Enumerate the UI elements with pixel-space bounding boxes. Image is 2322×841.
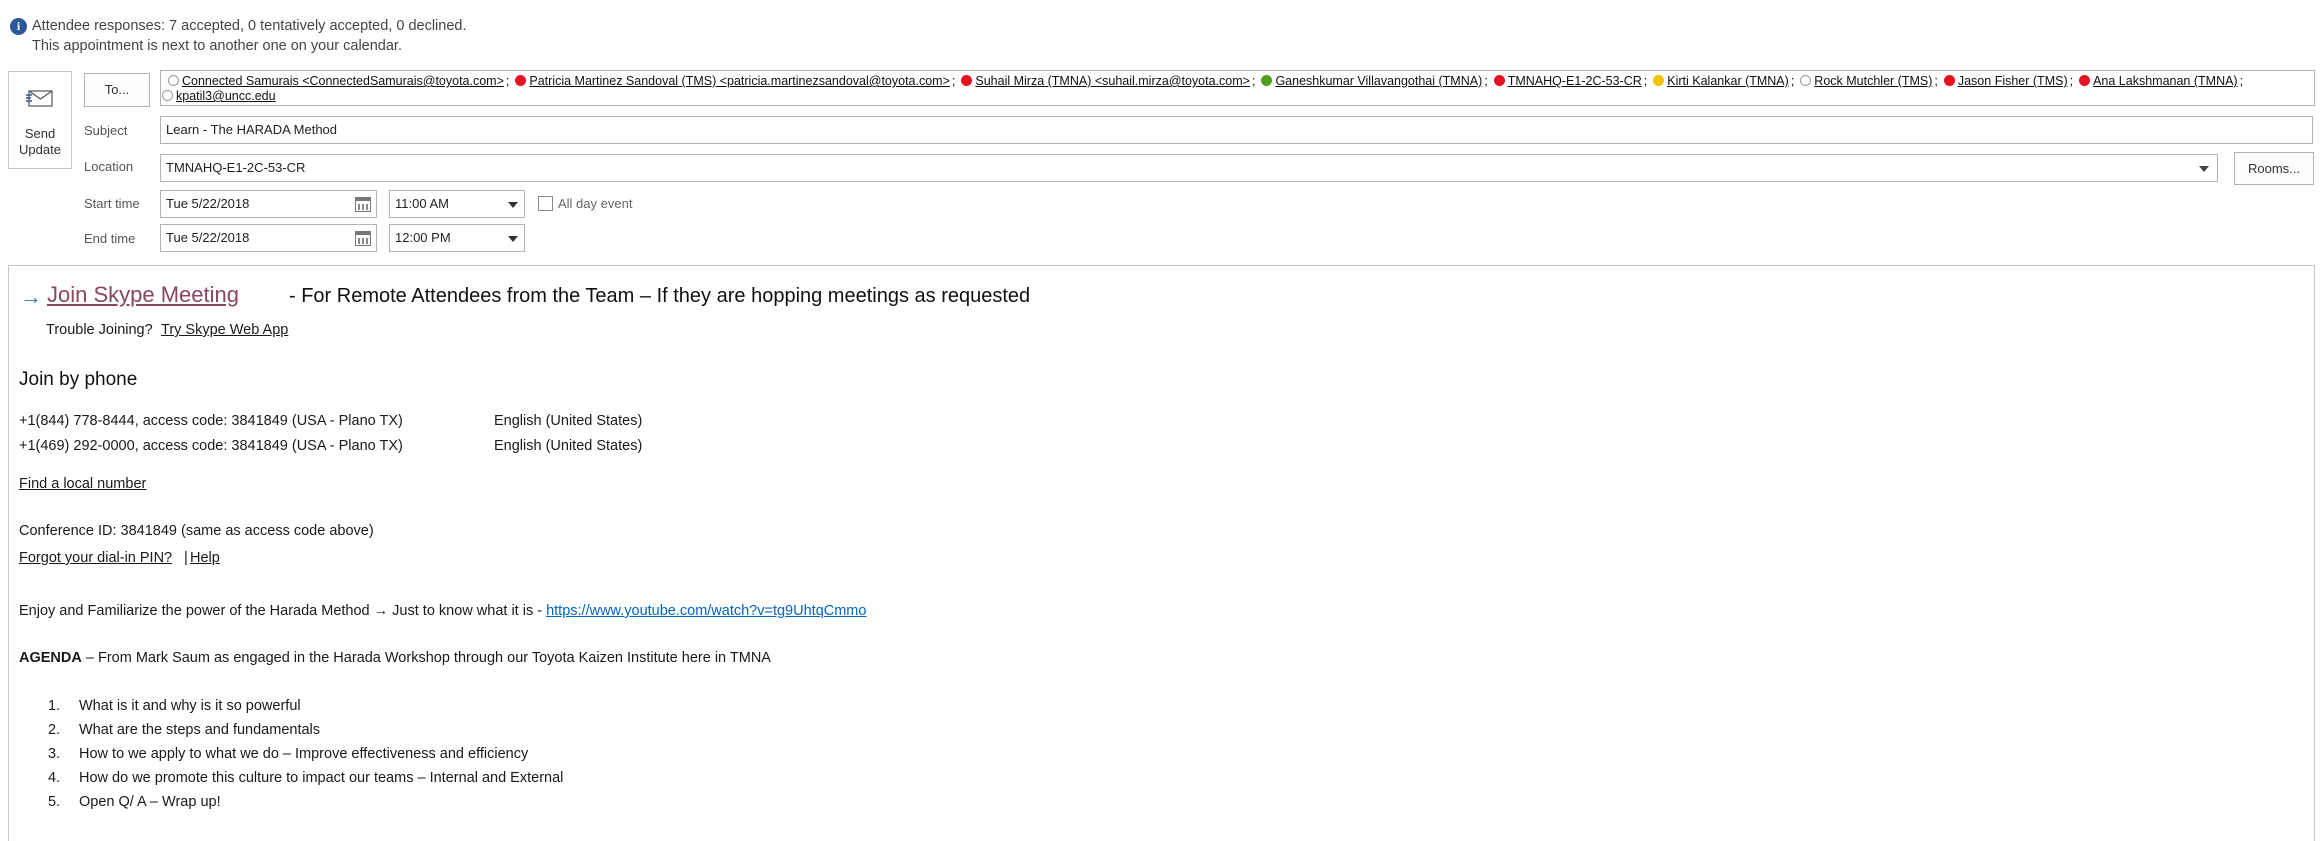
calendar-conflict-text: This appointment is next to another one …: [32, 38, 402, 54]
location-value: TMNAHQ-E1-2C-53-CR: [166, 160, 306, 175]
start-time-value: 11:00 AM: [395, 196, 449, 211]
start-time-select[interactable]: 11:00 AM: [389, 190, 525, 218]
agenda-item-number: 3.: [48, 746, 61, 762]
youtube-link[interactable]: https://www.youtube.com/watch?v=tg9UhtqC…: [546, 603, 866, 619]
rooms-button[interactable]: Rooms...: [2234, 152, 2314, 185]
end-time-value: 12:00 PM: [395, 230, 451, 245]
attendee-name[interactable]: Ganeshkumar Villavangothai (TMNA): [1275, 74, 1482, 88]
phone-language-1: English (United States): [494, 413, 643, 429]
attendee-separator: ;: [1790, 74, 1795, 88]
start-time-label: Start time: [84, 196, 140, 211]
arrow-right-icon: →: [373, 603, 389, 619]
end-time-label: End time: [84, 231, 136, 246]
phone-number-1: +1(844) 778-8444, access code: 3841849 (…: [19, 413, 403, 429]
attendee-name[interactable]: Patricia Martinez Sandoval (TMS) <patric…: [529, 74, 950, 88]
attendee-separator: ;: [2239, 74, 2244, 88]
attendee-name[interactable]: kpatil3@uncc.edu: [176, 89, 276, 103]
presence-status-icon: [168, 75, 179, 86]
remote-attendees-note: - For Remote Attendees from the Team – I…: [289, 285, 1031, 307]
presence-status-icon: [2079, 75, 2091, 86]
presence-status-icon: [1800, 75, 1812, 86]
arrow-right-icon: →: [20, 284, 42, 309]
location-dropdown-icon[interactable]: [2199, 166, 2209, 172]
agenda-item-text: What are the steps and fundamentals: [79, 722, 321, 738]
agenda-item-number: 4.: [48, 770, 61, 786]
to-button[interactable]: To...: [84, 73, 150, 107]
trouble-joining-text: Trouble Joining?: [46, 322, 153, 338]
location-input[interactable]: TMNAHQ-E1-2C-53-CR: [160, 154, 2218, 182]
join-skype-meeting-link[interactable]: Join Skype Meeting: [47, 282, 239, 308]
start-date-input[interactable]: Tue 5/22/2018: [160, 190, 377, 218]
enjoy-text-part2: Just to know what it is -: [392, 603, 543, 619]
chevron-down-icon[interactable]: [508, 202, 518, 208]
agenda-item-number: 5.: [48, 794, 61, 810]
subject-label: Subject: [84, 123, 128, 138]
agenda-item-number: 2.: [48, 722, 61, 738]
attendee-responses-text: Attendee responses: 7 accepted, 0 tentat…: [32, 18, 467, 34]
attendee-separator: ;: [1934, 74, 1938, 88]
phone-number-2: +1(469) 292-0000, access code: 3841849 (…: [19, 438, 403, 454]
attendee-name[interactable]: Jason Fisher (TMS): [1958, 74, 2068, 88]
send-label: Send: [24, 126, 56, 141]
location-label: Location: [84, 159, 134, 174]
find-local-number-link[interactable]: Find a local number: [19, 476, 146, 492]
agenda-item-text: Open Q/ A – Wrap up!: [79, 794, 221, 810]
info-icon: i: [10, 18, 27, 35]
end-date-value: Tue 5/22/2018: [166, 230, 250, 245]
help-link[interactable]: Help: [190, 550, 220, 566]
presence-status-icon: [1261, 75, 1273, 86]
agenda-item-text: How to we apply to what we do – Improve …: [79, 746, 529, 762]
attendee-name[interactable]: Rock Mutchler (TMS): [1814, 74, 1932, 88]
subject-input[interactable]: Learn - The HARADA Method: [160, 116, 2313, 144]
all-day-label: All day event: [558, 196, 633, 211]
presence-status-icon: [515, 75, 527, 86]
forgot-pin-link[interactable]: Forgot your dial-in PIN?: [19, 550, 172, 566]
calendar-icon[interactable]: [355, 197, 371, 212]
all-day-checkbox[interactable]: [538, 196, 553, 211]
attendees-line-1: Connected Samurais <ConnectedSamurais@to…: [168, 74, 2243, 88]
agenda-item-number: 1.: [48, 698, 61, 714]
conference-id-text: Conference ID: 3841849 (same as access c…: [19, 523, 374, 539]
attendee-name[interactable]: Connected Samurais <ConnectedSamurais@to…: [182, 74, 504, 88]
message-body[interactable]: → Join Skype Meeting - For Remote Attend…: [8, 265, 2315, 841]
enjoy-text-part1: Enjoy and Familiarize the power of the H…: [19, 603, 370, 619]
agenda-description: – From Mark Saum as engaged in the Harad…: [85, 650, 771, 666]
attendee-separator: ;: [1251, 74, 1256, 88]
send-update-button[interactable]: Send Update: [8, 71, 72, 169]
start-date-value: Tue 5/22/2018: [166, 196, 250, 211]
agenda-heading: AGENDA: [19, 650, 82, 666]
end-date-input[interactable]: Tue 5/22/2018: [160, 224, 377, 252]
phone-language-2: English (United States): [494, 438, 643, 454]
attendee-separator: ;: [1643, 74, 1648, 88]
attendee-name[interactable]: Suhail Mirza (TMNA) <suhail.mirza@toyota…: [975, 74, 1250, 88]
chevron-down-icon[interactable]: [508, 236, 518, 242]
attendee-separator: ;: [1484, 74, 1488, 88]
attendee-name[interactable]: TMNAHQ-E1-2C-53-CR: [1508, 74, 1642, 88]
end-time-select[interactable]: 12:00 PM: [389, 224, 525, 252]
update-label: Update: [19, 142, 61, 157]
attendee-name[interactable]: Ana Lakshmanan (TMNA): [2093, 74, 2238, 88]
attendees-line-2: kpatil3@uncc.edu: [162, 89, 276, 103]
attendee-separator: ;: [951, 74, 956, 88]
attendee-name[interactable]: Kirti Kalankar (TMNA): [1667, 74, 1789, 88]
skype-web-app-link[interactable]: Try Skype Web App: [161, 322, 288, 338]
presence-status-icon: [961, 75, 973, 86]
presence-status-icon: [1653, 75, 1665, 86]
link-separator: |: [184, 550, 188, 566]
attendee-separator: ;: [2069, 74, 2074, 88]
agenda-item-text: How do we promote this culture to impact…: [79, 770, 564, 786]
join-by-phone-heading: Join by phone: [19, 369, 138, 390]
presence-status-icon: [1943, 75, 1955, 86]
attendee-separator: ;: [505, 74, 510, 88]
presence-status-icon: [162, 90, 173, 101]
agenda-item-text: What is it and why is it so powerful: [79, 698, 301, 714]
agenda-line: AGENDA – From Mark Saum as engaged in th…: [19, 650, 771, 666]
calendar-icon[interactable]: [355, 231, 371, 246]
attendees-field[interactable]: Connected Samurais <ConnectedSamurais@to…: [160, 70, 2315, 106]
enjoy-text: Enjoy and Familiarize the power of the H…: [19, 603, 866, 619]
envelope-send-icon: [26, 90, 53, 107]
presence-status-icon: [1493, 75, 1505, 86]
